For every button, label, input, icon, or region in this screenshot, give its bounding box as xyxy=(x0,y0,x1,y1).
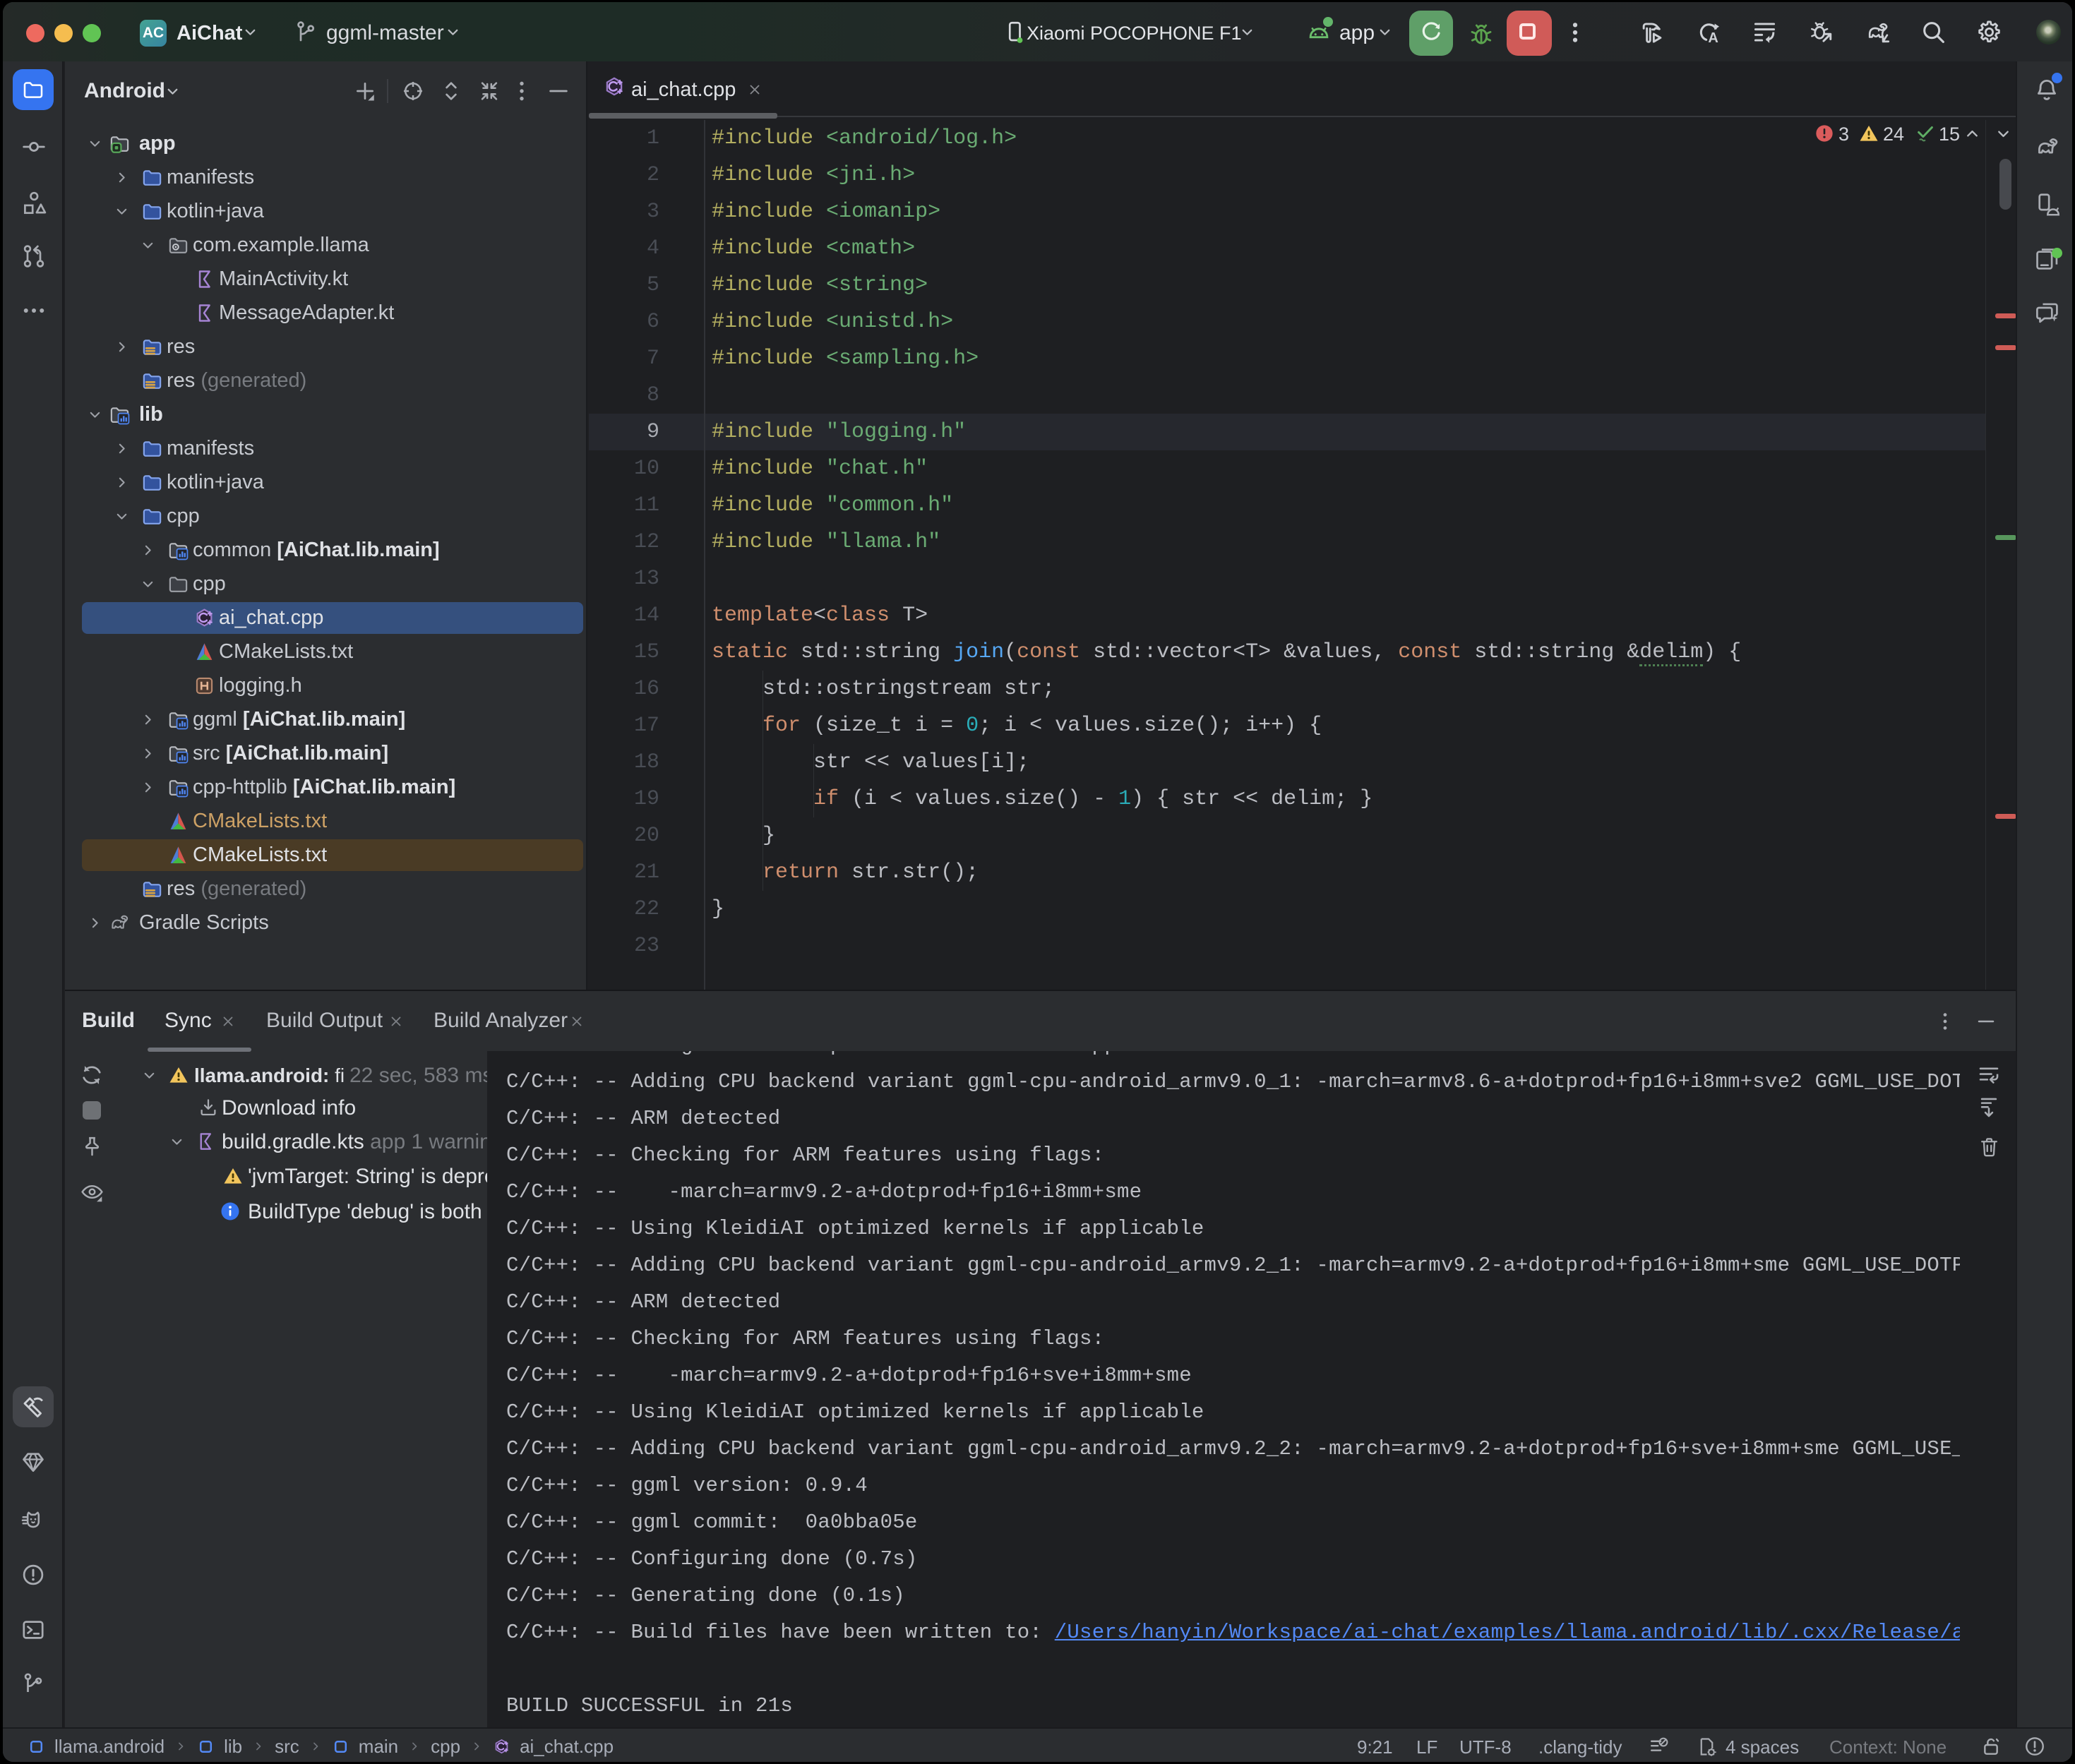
svg-text:A: A xyxy=(1708,30,1718,45)
